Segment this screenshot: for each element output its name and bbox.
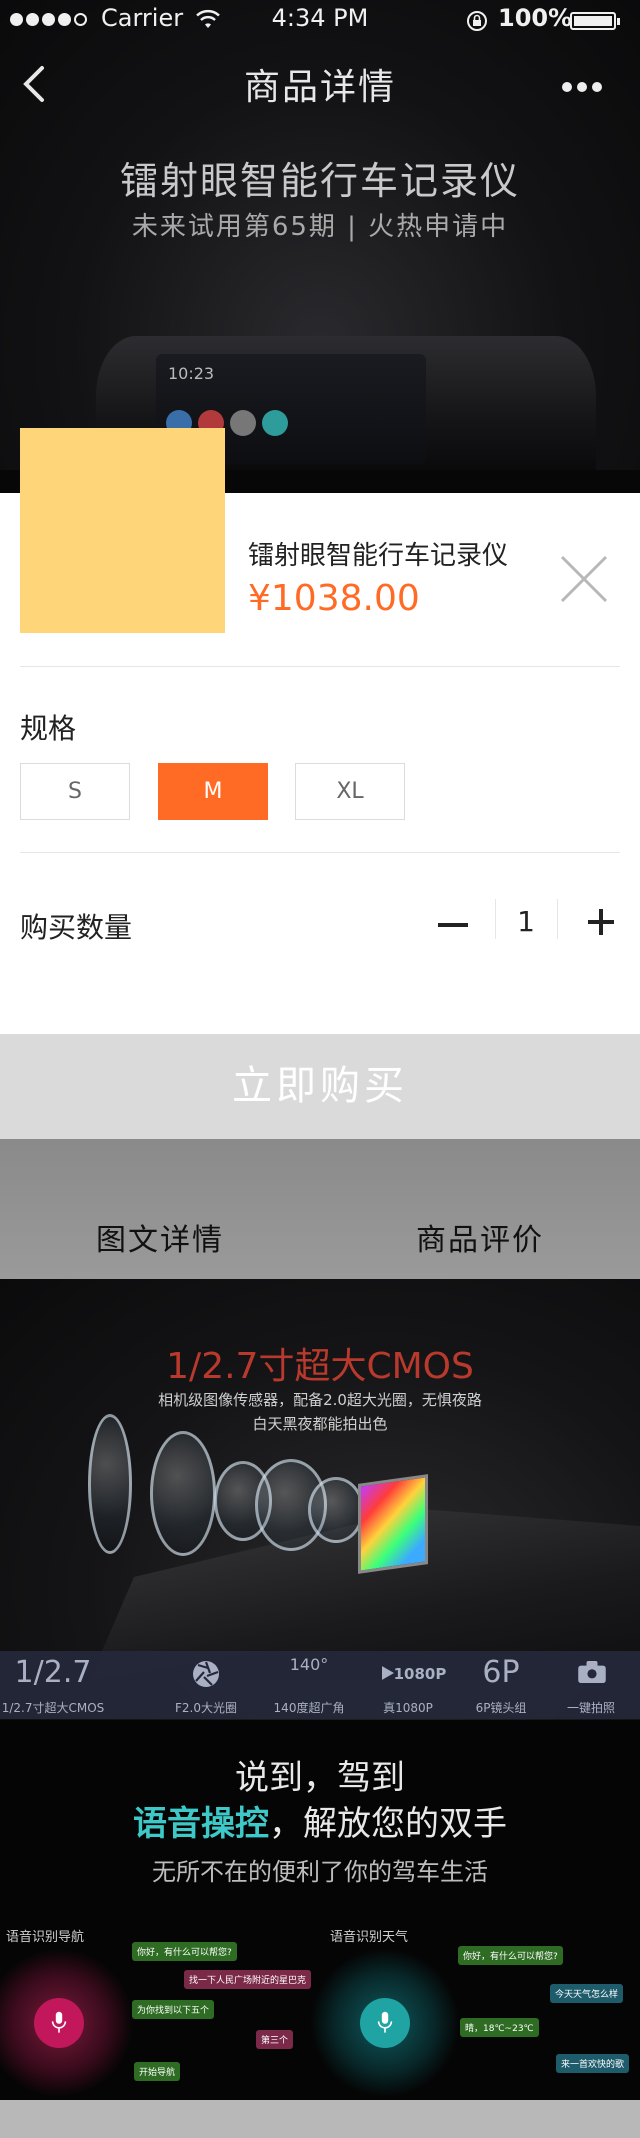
cmos-line1: 相机级图像传感器，配备2.0超大光圈，无惧夜路 xyxy=(158,1391,482,1409)
close-icon[interactable] xyxy=(558,553,610,605)
size-option-m[interactable]: M xyxy=(158,763,268,820)
voice-weather-title: 语音识别天气 xyxy=(330,1930,409,1945)
voice-nav-title: 语音识别导航 xyxy=(6,1930,85,1945)
status-bar: Carrier 4:34 PM 100% xyxy=(0,0,640,40)
voice-headline: 说到，驾到 xyxy=(235,1758,405,1798)
tab-graphic-detail[interactable]: 图文详情 xyxy=(0,1139,320,1279)
buy-now-button[interactable]: 立即购买 xyxy=(0,1034,640,1139)
device-app-icon xyxy=(230,410,256,436)
voice-control-detail-image: 说到，驾到 语音操控，解放您的双手 无所不在的便利了你的驾车生活 语音识别导航 … xyxy=(0,1720,640,2100)
cmos-detail-image: 1/2.7寸超大CMOS 相机级图像传感器，配备2.0超大光圈，无惧夜路 白天黑… xyxy=(0,1279,640,1720)
chat-bubble: 来一首欢快的歌 xyxy=(556,2054,630,2073)
lens-element xyxy=(150,1431,216,1556)
nav-bar: 商品详情 xyxy=(0,44,640,124)
quantity-value[interactable]: 1 xyxy=(496,905,556,938)
chat-bubble: 开始导航 xyxy=(134,2062,181,2081)
device-time: 10:23 xyxy=(168,364,215,383)
mic-icon xyxy=(310,1948,460,2098)
cmos-title: 1/2.7寸超大CMOS xyxy=(166,1346,474,1387)
image-sensor xyxy=(358,1474,428,1574)
device-app-icon xyxy=(262,410,288,436)
lens-element xyxy=(88,1414,132,1554)
feature-bar: 1/2.7 1/2.7寸超大CMOS F2.0大光圈 140° 140度超广角 … xyxy=(0,1651,640,1719)
feature-item: 1/2.7 1/2.7寸超大CMOS xyxy=(1,1655,105,1715)
feature-item: F2.0大光圈 xyxy=(153,1651,259,1719)
detail-tabs: 图文详情 商品评价 xyxy=(0,1139,640,1279)
rotation-lock-icon xyxy=(467,11,487,31)
plus-icon[interactable] xyxy=(586,907,616,937)
page-title: 商品详情 xyxy=(243,67,396,108)
chat-bubble: 你好，有什么可以帮您? xyxy=(132,1942,237,1961)
battery-icon xyxy=(570,12,620,30)
hero-title: 镭射眼智能行车记录仪 xyxy=(119,159,520,203)
feature-item: 一键拍照 xyxy=(538,1651,640,1719)
chat-bubble: 第三个 xyxy=(256,2030,294,2049)
product-thumbnail xyxy=(20,428,225,633)
minus-icon[interactable] xyxy=(436,907,472,943)
chat-bubble: 今天天气怎么样 xyxy=(550,1984,624,2003)
more-options-icon[interactable] xyxy=(562,82,602,92)
divider xyxy=(20,852,620,853)
voice-tagline: 无所不在的便利了你的驾车生活 xyxy=(152,1858,488,1886)
bottom-strip xyxy=(0,2100,640,2138)
aperture-icon xyxy=(193,1661,219,1687)
size-option-xl[interactable]: XL xyxy=(295,763,405,820)
voice-subheadline: 语音操控，解放您的双手 xyxy=(133,1804,507,1844)
hero-banner: Carrier 4:34 PM 100% 商品详情 镭射眼智能行车记录仪 未来试… xyxy=(0,0,640,493)
divider xyxy=(20,666,620,667)
chat-bubble: 为你找到以下五个 xyxy=(132,2000,215,2019)
mic-icon xyxy=(0,1948,134,2098)
product-name: 镭射眼智能行车记录仪 xyxy=(248,541,509,571)
sku-selection-panel: 镭射眼智能行车记录仪 ¥1038.00 规格 S M XL 购买数量 1 xyxy=(0,428,640,1034)
feature-item: 1080P 真1080P xyxy=(382,1665,447,1715)
lens-element xyxy=(308,1477,364,1543)
camera-icon xyxy=(578,1661,606,1683)
product-price: ¥1038.00 xyxy=(248,578,420,619)
quantity-label: 购买数量 xyxy=(20,911,133,944)
chat-bubble: 晴，18℃~23℃ xyxy=(460,2018,539,2037)
spec-label: 规格 xyxy=(20,712,77,745)
tab-reviews[interactable]: 商品评价 xyxy=(320,1139,640,1279)
battery-percent: 100% xyxy=(498,4,573,32)
size-option-s[interactable]: S xyxy=(20,763,130,820)
chat-bubble: 你好，有什么可以帮您? xyxy=(458,1946,563,1965)
hero-subtitle: 未来试用第65期 | 火热申请中 xyxy=(131,212,509,242)
feature-item: 140° 140度超广角 xyxy=(273,1655,345,1715)
chat-bubble: 找一下人民广场附近的星巴克 xyxy=(184,1970,312,1989)
